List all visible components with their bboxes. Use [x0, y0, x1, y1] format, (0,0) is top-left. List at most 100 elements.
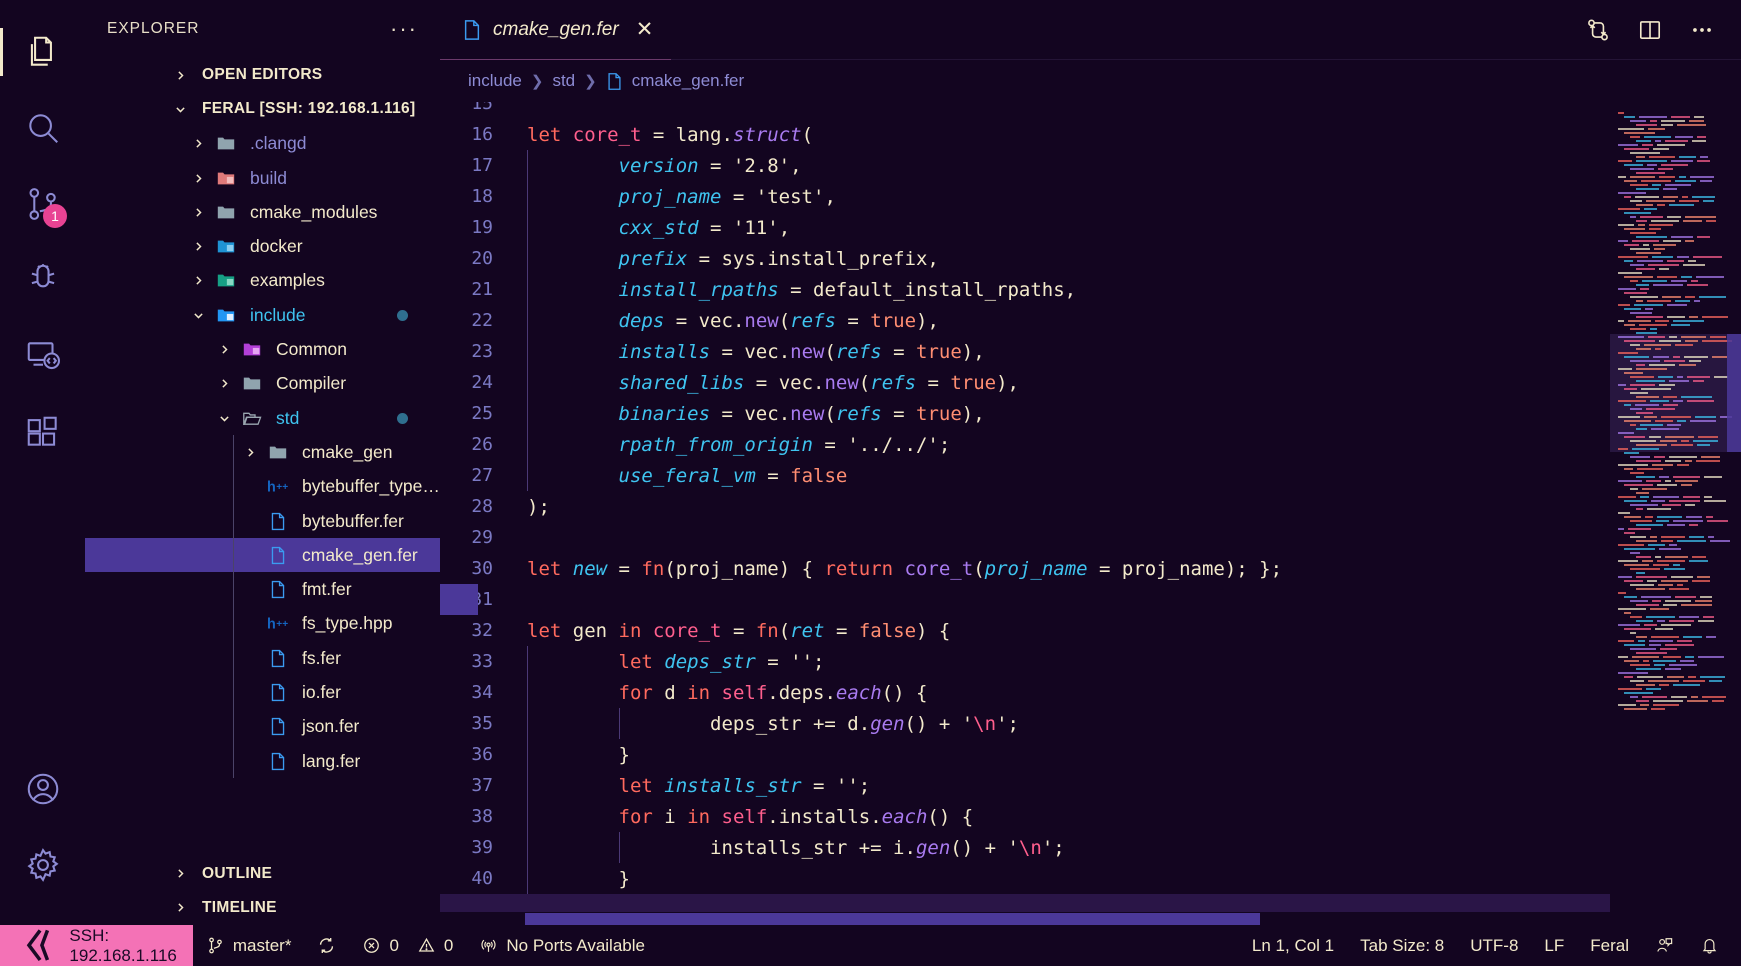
code-line[interactable]: 37 let installs_str = ''; — [440, 770, 1610, 801]
code-line[interactable]: 22 deps = vec.new(refs = true), — [440, 305, 1610, 336]
tree-file-fs.fer[interactable]: fs.fer — [85, 641, 440, 675]
status-encoding[interactable]: UTF-8 — [1457, 925, 1531, 966]
tab-cmake-gen-fer[interactable]: cmake_gen.fer ✕ — [440, 0, 672, 60]
status-eol[interactable]: LF — [1531, 925, 1577, 966]
code-line[interactable]: 34 for d in self.deps.each() { — [440, 677, 1610, 708]
tree-file-fmt.fer[interactable]: fmt.fer — [85, 572, 440, 606]
horizontal-scrollbar[interactable] — [440, 913, 1479, 925]
tree-folder-build[interactable]: build — [85, 161, 440, 195]
split-editor-icon[interactable] — [1637, 17, 1663, 43]
code-line[interactable]: 19 cxx_std = '11', — [440, 212, 1610, 243]
code-line[interactable]: 35 deps_str += d.gen() + '\n'; — [440, 708, 1610, 739]
breadcrumb-item[interactable]: cmake_gen.fer — [632, 71, 744, 91]
code-line[interactable]: 24 shared_libs = vec.new(refs = true), — [440, 367, 1610, 398]
ellipsis-icon[interactable] — [1689, 17, 1715, 43]
tree-folder-cmake_modules[interactable]: cmake_modules — [85, 195, 440, 229]
code-line[interactable]: 15 — [440, 102, 1610, 119]
tree-folder-docker[interactable]: docker — [85, 229, 440, 263]
code-line[interactable]: 17 version = '2.8', — [440, 150, 1610, 181]
code-line[interactable]: 36 } — [440, 739, 1610, 770]
breadcrumb[interactable]: include ❯ std ❯ cmake_gen.fer — [440, 60, 1741, 102]
status-cursor-position[interactable]: Ln 1, Col 1 — [1239, 925, 1347, 966]
section-twisty[interactable] — [167, 69, 193, 82]
tree-twisty[interactable] — [185, 137, 211, 150]
close-icon[interactable]: ✕ — [636, 19, 654, 40]
activity-item-extensions[interactable] — [0, 394, 85, 470]
tree-twisty[interactable] — [185, 274, 211, 287]
code-line[interactable]: 26 rpath_from_origin = '../../'; — [440, 429, 1610, 460]
tree-file-cmake_gen.fer[interactable]: cmake_gen.fer — [85, 538, 440, 573]
compare-changes-icon[interactable] — [1585, 17, 1611, 43]
activity-item-remote-explorer[interactable] — [0, 318, 85, 394]
activity-item-manage[interactable] — [0, 827, 85, 903]
tree-twisty[interactable] — [185, 206, 211, 219]
tree-folder-Compiler[interactable]: Compiler — [85, 367, 440, 401]
activity-item-run-and-debug[interactable] — [0, 242, 85, 318]
status-problems[interactable]: 0 0 — [349, 925, 466, 966]
minimap[interactable] — [1610, 102, 1741, 925]
sidebar-section-timeline[interactable]: TIMELINE — [85, 891, 440, 925]
activity-item-accounts[interactable] — [0, 751, 85, 827]
tree-file-bytebuffer.fer[interactable]: bytebuffer.fer — [85, 504, 440, 538]
tree-twisty[interactable] — [211, 412, 237, 425]
sidebar-section-outline[interactable]: OUTLINE — [85, 856, 440, 890]
status-indentation[interactable]: Tab Size: 8 — [1347, 925, 1457, 966]
code-line[interactable]: 33 let deps_str = ''; — [440, 646, 1610, 677]
code-line[interactable]: 23 installs = vec.new(refs = true), — [440, 336, 1610, 367]
code-line[interactable]: 25 binaries = vec.new(refs = true), — [440, 398, 1610, 429]
code-scroll-region[interactable]: 15 16 let core_t = lang.struct(17 version … — [440, 102, 1610, 925]
code-line[interactable]: 21 install_rpaths = default_install_rpat… — [440, 274, 1610, 305]
tree-file-lang.fer[interactable]: lang.fer — [85, 744, 440, 778]
activity-item-explorer[interactable] — [0, 14, 85, 90]
tree-twisty[interactable] — [185, 309, 211, 322]
code-line[interactable]: 18 proj_name = 'test', — [440, 181, 1610, 212]
section-twisty[interactable] — [167, 867, 193, 880]
code-line[interactable]: 28); — [440, 491, 1610, 522]
tree-file-io.fer[interactable]: io.fer — [85, 675, 440, 709]
tree-file-json.fer[interactable]: json.fer — [85, 710, 440, 744]
tree-twisty[interactable] — [237, 446, 263, 459]
section-twisty[interactable] — [167, 901, 193, 914]
tree-twisty[interactable] — [185, 172, 211, 185]
horizontal-scrollbar-thumb[interactable] — [525, 913, 1260, 925]
tree-file-bytebuffer_type.hpp[interactable]: h++ bytebuffer_type.hpp — [85, 470, 440, 504]
sidebar-more-actions[interactable]: ··· — [390, 18, 418, 40]
status-ports[interactable]: No Ports Available — [466, 925, 658, 966]
tree-twisty[interactable] — [211, 343, 237, 356]
tree-file-fs_type.hpp[interactable]: h ++ fs_type.hpp — [85, 607, 440, 641]
code-line[interactable]: 31 — [440, 584, 1610, 615]
tree-folder-Common[interactable]: Common — [85, 332, 440, 366]
tree-twisty[interactable] — [185, 240, 211, 253]
status-notifications[interactable] — [1687, 925, 1741, 966]
code-line[interactable]: 29 — [440, 522, 1610, 553]
sidebar-section-open-editors[interactable]: OPEN EDITORS — [85, 58, 440, 92]
code-line[interactable]: 32 let gen in core_t = fn(ret = false) { — [440, 615, 1610, 646]
vertical-scrollbar-thumb[interactable] — [1727, 334, 1741, 452]
code-line[interactable]: 27 use_feral_vm = false — [440, 460, 1610, 491]
status-feedback[interactable] — [1642, 925, 1687, 966]
status-remote-indicator[interactable]: SSH: 192.168.1.116 — [0, 925, 193, 966]
activity-item-search[interactable] — [0, 90, 85, 166]
activity-item-source-control[interactable]: 1 — [0, 166, 85, 242]
tree-folder-examples[interactable]: examples — [85, 264, 440, 298]
tree-folder-include[interactable]: include — [85, 298, 440, 332]
status-git-branch[interactable]: master* — [193, 925, 305, 966]
tree-folder-clangd[interactable]: .clangd — [85, 127, 440, 161]
code-line[interactable]: 16 let core_t = lang.struct( — [440, 119, 1610, 150]
breadcrumb-item[interactable]: std — [552, 71, 575, 91]
code-line[interactable]: 39 installs_str += i.gen() + '\n'; — [440, 832, 1610, 863]
status-language-mode[interactable]: Feral — [1577, 925, 1642, 966]
tree-twisty[interactable] — [211, 377, 237, 390]
file-tree[interactable]: OPEN EDITORS FERAL [SSH: 192.168.1.116] .c… — [85, 58, 440, 925]
code-line[interactable]: 38 for i in self.installs.each() { — [440, 801, 1610, 832]
tree-folder-cmake_gen[interactable]: cmake_gen — [85, 435, 440, 469]
code-line[interactable]: 30 let new = fn(proj_name) { return core_… — [440, 553, 1610, 584]
sidebar-section-feral-ssh-192-168-1-116[interactable]: FERAL [SSH: 192.168.1.116] — [85, 92, 440, 126]
vertical-scrollbar[interactable] — [1727, 102, 1741, 925]
tree-folder-std[interactable]: std — [85, 401, 440, 435]
breadcrumb-item[interactable]: include — [468, 71, 522, 91]
code-line[interactable]: 20 prefix = sys.install_prefix, — [440, 243, 1610, 274]
code-line[interactable]: 40 } — [440, 863, 1610, 894]
status-sync-changes[interactable] — [304, 925, 349, 966]
section-twisty[interactable] — [167, 103, 193, 116]
